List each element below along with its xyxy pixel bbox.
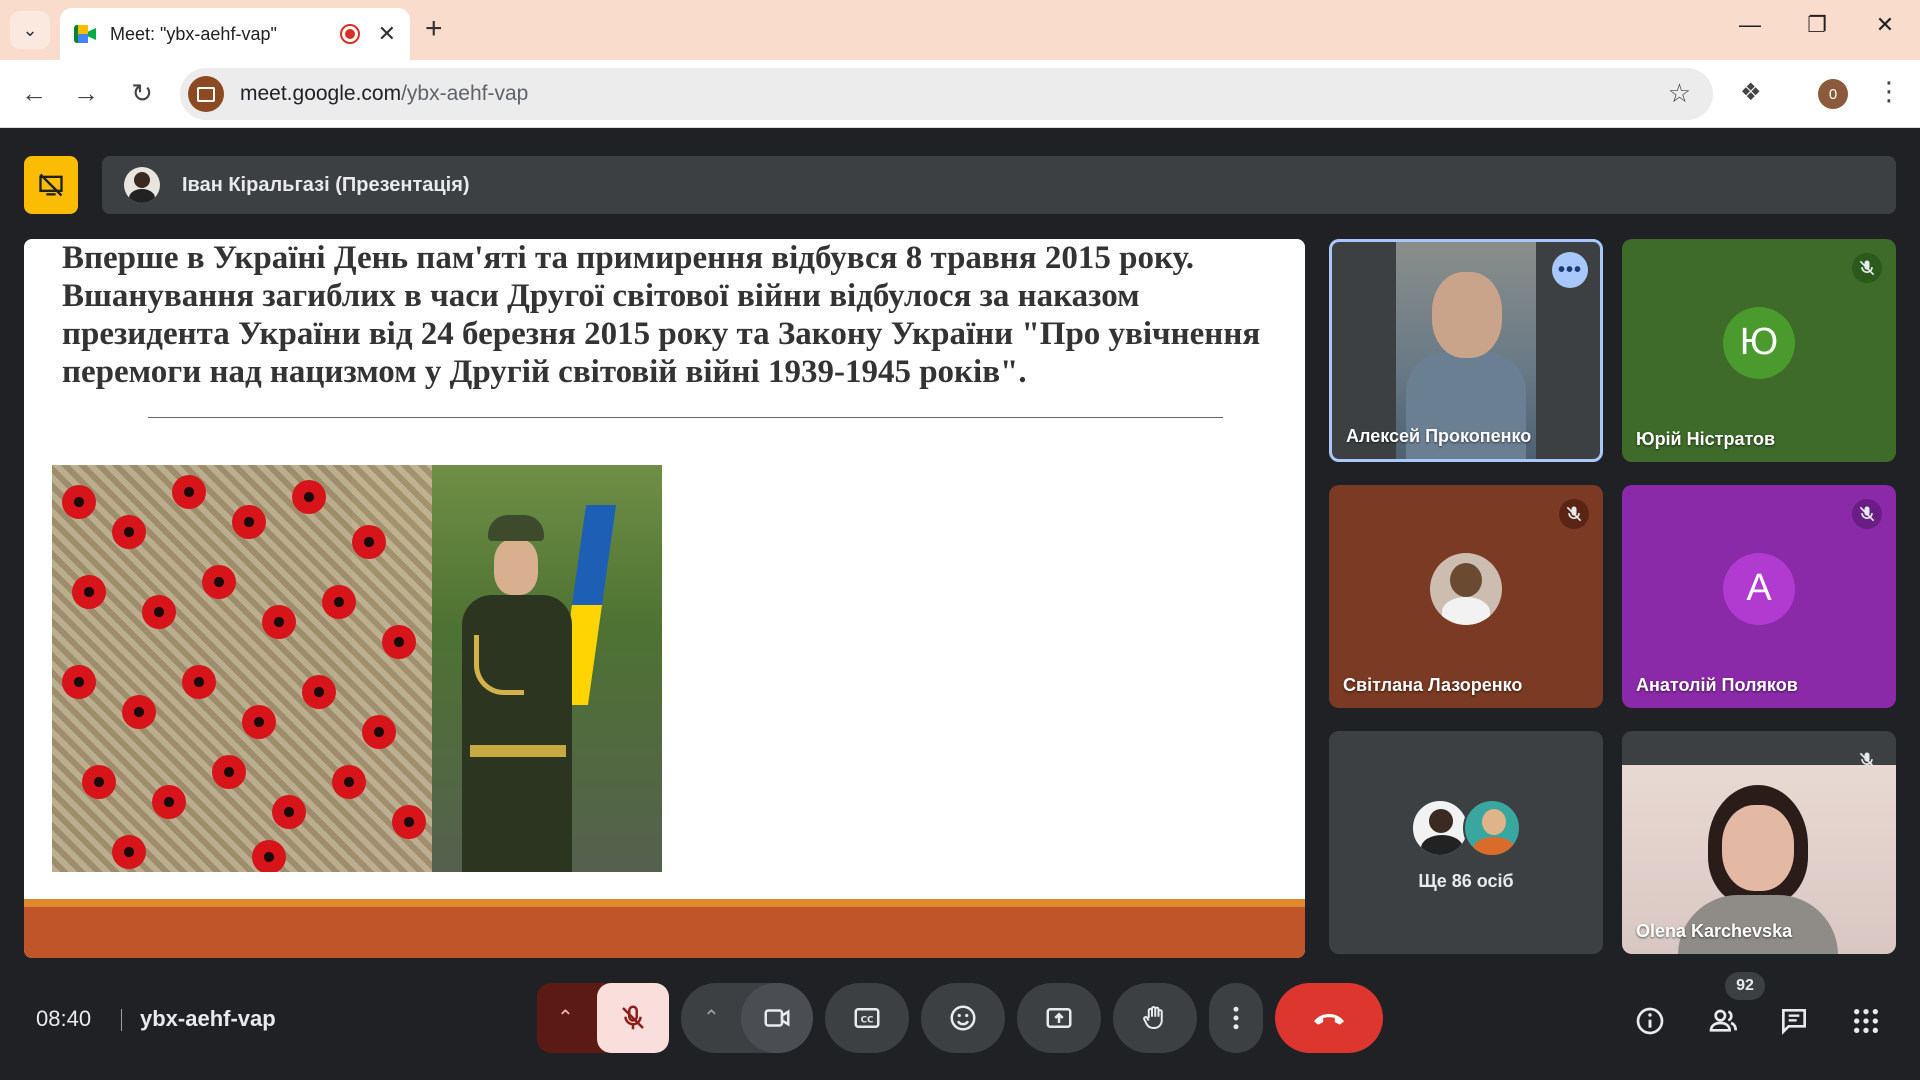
mic-off-icon	[622, 1005, 644, 1030]
tab-title: Meet: "ybx-aehf-vap"	[110, 23, 277, 44]
meeting-clock: 08:40	[36, 1006, 92, 1031]
audio-controls: ⌃	[537, 983, 669, 1053]
present-screen-icon	[1046, 1008, 1072, 1028]
participant-avatar: Ю	[1723, 306, 1795, 379]
profile-avatar[interactable]: 0	[1818, 79, 1848, 109]
participant-name: Юрій Ністратов	[1636, 429, 1776, 449]
meet-stage: Іван Кіральгазі (Презентація) Вперше в У…	[0, 129, 1920, 1080]
video-controls: ⌃	[681, 983, 813, 1053]
leave-call-button[interactable]	[1275, 983, 1383, 1053]
emoji-icon	[950, 1005, 976, 1031]
participant-tile[interactable]: Ю Юрій Ністратов	[1622, 239, 1896, 462]
tab-close-icon[interactable]: ✕	[378, 21, 396, 47]
participant-avatar	[1463, 799, 1521, 857]
captions-icon: CC	[854, 1008, 880, 1028]
people-button[interactable]	[1703, 1001, 1743, 1041]
presentation-slide: Вперше в Україні День пам'яті та примире…	[24, 239, 1305, 958]
participant-tile[interactable]: Світлана Лазоренко	[1329, 485, 1603, 708]
audio-settings-caret-icon[interactable]: ⌃	[557, 1005, 574, 1030]
apps-grid-icon	[1854, 1009, 1878, 1033]
google-meet-favicon-icon	[74, 25, 96, 43]
url-host: meet.google.com	[240, 82, 402, 105]
hand-icon	[1143, 1006, 1163, 1029]
activities-button[interactable]	[1846, 1001, 1886, 1041]
mic-off-icon	[1852, 253, 1882, 283]
meeting-code: ybx-aehf-vap	[140, 1006, 276, 1031]
more-options-button[interactable]	[1209, 983, 1263, 1053]
address-bar[interactable]: meet.google.com/ybx-aehf-vap ☆	[180, 68, 1713, 120]
present-off-icon	[39, 173, 63, 197]
raise-hand-button[interactable]	[1113, 983, 1197, 1053]
presenter-avatar	[124, 167, 160, 203]
forward-arrow-icon[interactable]: →	[68, 78, 104, 109]
chat-button[interactable]	[1774, 1001, 1814, 1041]
divider	[121, 1009, 122, 1031]
more-participants-label: Ще 86 осіб	[1418, 871, 1514, 891]
participant-name: Анатолій Поляков	[1636, 675, 1798, 695]
participant-avatar	[1411, 799, 1469, 857]
reactions-button[interactable]	[921, 983, 1005, 1053]
captions-button[interactable]: CC	[825, 983, 909, 1053]
recording-indicator-icon	[339, 24, 360, 44]
back-arrow-icon[interactable]: ←	[16, 78, 52, 109]
participant-tile[interactable]: Olena Karchevska	[1622, 731, 1896, 954]
video-settings-caret-icon[interactable]: ⌃	[703, 1005, 720, 1030]
mic-off-icon	[1559, 499, 1589, 529]
end-call-icon	[1314, 1013, 1344, 1025]
close-window-button[interactable]: ✕	[1865, 12, 1905, 38]
camera-icon	[764, 1009, 790, 1027]
browser-menu-icon[interactable]: ⋮	[1876, 76, 1902, 107]
slide-underline	[148, 417, 1223, 418]
meeting-details-button[interactable]	[1630, 1001, 1670, 1041]
presenter-bar: Іван Кіральгазі (Презентація)	[102, 156, 1896, 214]
slide-footer-band	[24, 899, 1305, 958]
mic-off-icon	[1852, 745, 1882, 775]
more-participants-tile[interactable]: Ще 86 осіб	[1329, 731, 1603, 954]
slide-text: Вперше в Україні День пам'яті та примире…	[62, 240, 1261, 390]
browser-tab-meet[interactable]: Meet: "ybx-aehf-vap" ✕	[60, 8, 410, 60]
tab-strip: ⌄ Meet: "ybx-aehf-vap" ✕ + — ❐ ✕	[0, 0, 1920, 60]
presenter-label: Іван Кіральгазі (Презентація)	[182, 173, 470, 196]
camera-toggle-button[interactable]	[741, 983, 813, 1053]
info-icon	[1636, 1007, 1664, 1035]
people-icon	[1709, 1009, 1737, 1032]
participant-name: Olena Karchevska	[1636, 921, 1793, 941]
stop-presenting-button[interactable]	[24, 156, 78, 214]
present-now-button[interactable]	[1017, 983, 1101, 1053]
participant-name: Алексей Прокопенко	[1346, 426, 1532, 446]
url-path: /ybx-aehf-vap	[401, 82, 529, 105]
restore-button[interactable]: ❐	[1797, 12, 1837, 38]
more-options-icon[interactable]: •••	[1552, 252, 1588, 288]
participant-avatar	[1430, 552, 1502, 625]
mic-off-icon	[1852, 499, 1882, 529]
participant-name: Світлана Лазоренко	[1343, 675, 1523, 695]
site-camera-icon[interactable]	[188, 76, 224, 112]
tab-search-button[interactable]: ⌄	[10, 11, 50, 49]
participant-tile[interactable]: А Анатолій Поляков	[1622, 485, 1896, 708]
participant-tile[interactable]: ••• Алексей Прокопенко	[1329, 239, 1603, 462]
browser-toolbar: ← → ↻ meet.google.com/ybx-aehf-vap ☆ ❖ 0…	[0, 60, 1920, 128]
chat-icon	[1782, 1009, 1806, 1035]
minimize-button[interactable]: —	[1730, 12, 1770, 38]
bookmark-star-icon[interactable]: ☆	[1668, 78, 1691, 109]
participant-avatar: А	[1723, 552, 1795, 625]
extensions-puzzle-icon[interactable]: ❖	[1740, 78, 1762, 107]
more-vertical-icon	[1233, 1006, 1239, 1030]
reload-icon[interactable]: ↻	[124, 78, 160, 109]
slide-photo-soldier-poppies	[52, 465, 662, 872]
microphone-toggle-button[interactable]	[597, 983, 669, 1053]
svg-text:CC: CC	[861, 1015, 874, 1025]
people-count-badge: 92	[1725, 972, 1765, 1000]
new-tab-button[interactable]: +	[425, 12, 443, 46]
